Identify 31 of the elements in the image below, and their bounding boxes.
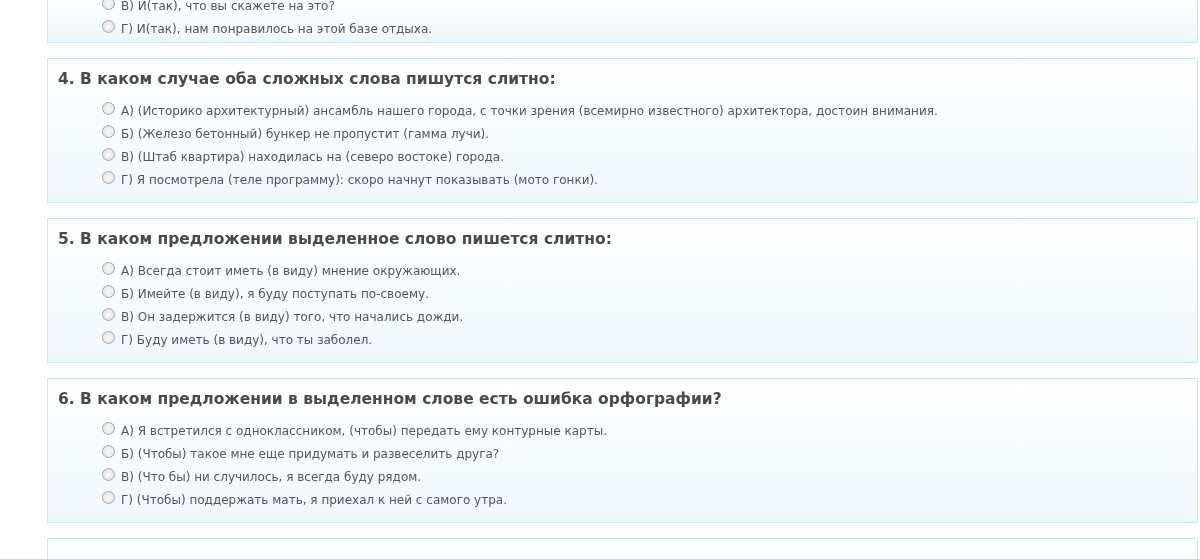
option-label: В) И(так), что вы скажете на это? [121, 0, 335, 13]
radio-button[interactable] [102, 285, 115, 298]
radio-button[interactable] [102, 262, 115, 275]
radio-button[interactable] [102, 491, 115, 504]
option-label: Г) (Чтобы) поддержать мать, я приехал к ней с самого утра. [121, 492, 507, 507]
option-label: Б) Имейте (в виду), я буду поступать по-своему. [121, 286, 429, 301]
radio-button[interactable] [102, 331, 115, 344]
radio-button[interactable] [102, 102, 115, 115]
option-label: А) Всегда стоит иметь (в виду) мнение окружающих. [121, 263, 461, 278]
option-label: Г) И(так), нам понравилось на этой базе отдыха. [121, 21, 433, 36]
question-title: 6. В каком предложении в выделенном слове есть ошибка орфографии? [58, 389, 723, 410]
radio-button[interactable] [102, 0, 115, 10]
radio-button[interactable] [102, 148, 115, 161]
radio-button[interactable] [102, 171, 115, 184]
option-label: В) (Что бы) ни случилось, я всегда буду рядом. [121, 469, 422, 484]
option-label: В) Он задержится (в виду) того, что начались дожди. [121, 309, 464, 324]
radio-button[interactable] [102, 422, 115, 435]
option-label: А) Я встретился с одноклассником, (чтобы) передать ему контурные карты. [121, 423, 607, 438]
option-label: Б) (Железо бетонный) бункер не пропустит (гамма лучи). [121, 126, 490, 141]
radio-button[interactable] [102, 445, 115, 458]
question-title: 5. В каком предложении выделенное слово пишется слитно: [58, 229, 613, 250]
option-label: Г) Буду иметь (в виду), что ты заболел. [121, 332, 373, 347]
option-label: А) (Историко архитектурный) ансамбль нашего города, с точки зрения (всемирно известного) архитектора, достоин внимания. [121, 103, 938, 118]
radio-button[interactable] [102, 308, 115, 321]
radio-button[interactable] [102, 468, 115, 481]
question-title: 4. В каком случае оба сложных слова пишутся слитно: [58, 69, 557, 90]
radio-button[interactable] [102, 125, 115, 138]
option-label: Б) (Чтобы) такое мне еще придумать и развеселить друга? [121, 446, 500, 461]
radio-button[interactable] [102, 20, 115, 33]
option-label: В) (Штаб квартира) находилась на (северо востоке) города. [121, 149, 505, 164]
option-label: Г) Я посмотрела (теле программу): скоро начнут показывать (мото гонки). [121, 172, 598, 187]
